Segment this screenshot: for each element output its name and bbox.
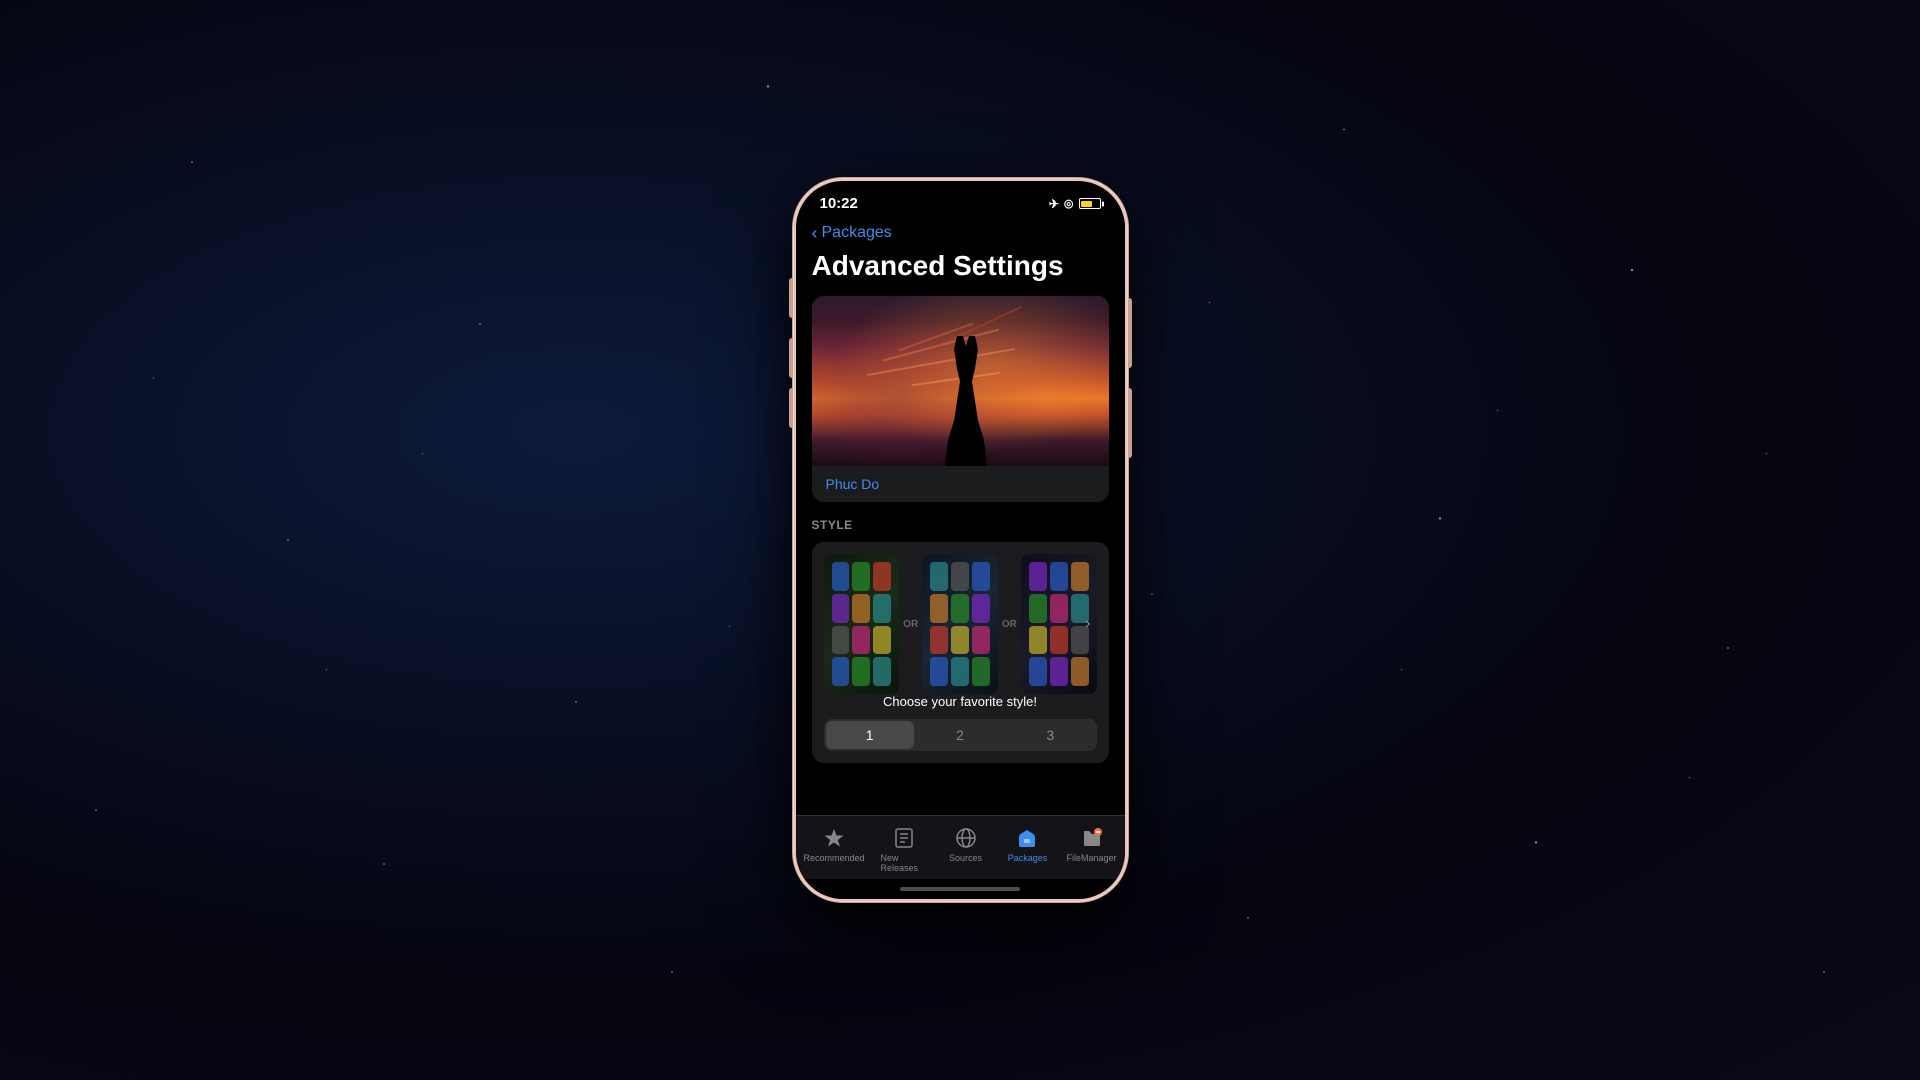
hero-card: Phuc Do: [812, 296, 1109, 502]
style-button-3[interactable]: 3: [1006, 721, 1094, 749]
page-title: Advanced Settings: [796, 246, 1125, 296]
style-preview-container: OR: [812, 542, 1109, 763]
mini-icon: [873, 594, 891, 623]
home-indicator: [796, 879, 1125, 899]
style-button-2[interactable]: 2: [916, 721, 1004, 749]
style-previews-wrapper: OR: [824, 554, 1097, 694]
sources-icon: [954, 826, 978, 850]
tab-sources[interactable]: Sources: [935, 824, 997, 865]
tab-packages[interactable]: Packages: [997, 824, 1059, 865]
tab-recommended[interactable]: Recommended: [796, 824, 873, 865]
mini-icon: [873, 626, 891, 655]
signal-icon: ◎: [1064, 197, 1074, 210]
mini-icon: [1071, 657, 1089, 686]
battery-body: [1079, 198, 1101, 209]
phone-frame: 10:22 ✈ ◎ ‹ Packages A: [793, 178, 1128, 902]
dynamic-island: [910, 189, 1010, 219]
mini-icon: [832, 594, 850, 623]
mini-grid-3: [1029, 562, 1089, 686]
tab-bar: Recommended New Releases: [796, 815, 1125, 879]
mini-icon: [1050, 594, 1068, 623]
mini-icon: [1050, 626, 1068, 655]
mini-icon: [930, 657, 948, 686]
back-navigation[interactable]: ‹ Packages: [796, 216, 1125, 246]
mini-icon: [972, 562, 990, 591]
mini-icon: [930, 562, 948, 591]
status-time: 10:22: [820, 195, 858, 212]
style-caption: Choose your favorite style!: [824, 694, 1097, 709]
phone-screen: 10:22 ✈ ◎ ‹ Packages A: [796, 181, 1125, 899]
home-bar: [900, 887, 1020, 891]
mini-icon: [972, 626, 990, 655]
recommended-icon: [822, 826, 846, 850]
style-preview-2[interactable]: [922, 554, 998, 694]
airplane-icon: ✈: [1049, 197, 1059, 211]
mini-icon: [930, 626, 948, 655]
content-area[interactable]: ‹ Packages Advanced Settings Phu: [796, 216, 1125, 815]
bottom-spacer: [796, 771, 1125, 791]
mini-icon: [930, 594, 948, 623]
tab-new-releases[interactable]: New Releases: [873, 824, 935, 875]
style-preview-1[interactable]: [824, 554, 900, 694]
battery-fill: [1081, 201, 1092, 207]
filemanager-icon: [1080, 826, 1104, 850]
mini-icon: [852, 657, 870, 686]
battery-icon: [1079, 198, 1101, 209]
tab-items: Recommended New Releases: [796, 824, 1125, 875]
mini-icon: [832, 657, 850, 686]
mini-icon: [951, 562, 969, 591]
mini-icon: [951, 626, 969, 655]
back-chevron-icon: ‹: [812, 224, 818, 242]
mini-icon: [1029, 657, 1047, 686]
next-arrow-icon[interactable]: ›: [1085, 615, 1090, 633]
tab-recommended-label: Recommended: [804, 853, 865, 863]
packages-icon: [1015, 826, 1039, 850]
new-releases-icon: [892, 826, 916, 850]
mini-icon: [951, 594, 969, 623]
mini-icon: [1050, 657, 1068, 686]
mini-icon: [1029, 562, 1047, 591]
style-section: STYLE: [796, 502, 1125, 771]
or-separator-1: OR: [903, 619, 918, 630]
hero-image: [812, 296, 1109, 466]
mini-icon: [832, 626, 850, 655]
mini-icon: [873, 657, 891, 686]
mini-icon: [972, 594, 990, 623]
tab-new-releases-label: New Releases: [881, 853, 927, 873]
section-label: STYLE: [812, 518, 1109, 532]
mini-grid-2: [930, 562, 990, 686]
mini-grid-1: [832, 562, 892, 686]
tab-filemanager-label: FileManager: [1066, 853, 1116, 863]
tab-sources-label: Sources: [949, 853, 982, 863]
or-separator-2: OR: [1002, 619, 1017, 630]
style-selector: 1 2 3: [824, 719, 1097, 751]
mini-icon: [852, 594, 870, 623]
mini-icon: [852, 626, 870, 655]
style-button-1[interactable]: 1: [826, 721, 914, 749]
mini-icon: [1050, 562, 1068, 591]
mini-icon: [972, 657, 990, 686]
mini-icon: [852, 562, 870, 591]
author-link[interactable]: Phuc Do: [812, 466, 1109, 502]
status-icons: ✈ ◎: [1049, 197, 1101, 211]
mini-icon: [1029, 626, 1047, 655]
mini-icon: [873, 562, 891, 591]
mini-icon: [832, 562, 850, 591]
back-label[interactable]: Packages: [822, 224, 892, 242]
tab-filemanager[interactable]: FileManager: [1058, 824, 1124, 865]
mini-icon: [1071, 562, 1089, 591]
tab-packages-label: Packages: [1008, 853, 1048, 863]
mini-icon: [1029, 594, 1047, 623]
mini-icon: [951, 657, 969, 686]
